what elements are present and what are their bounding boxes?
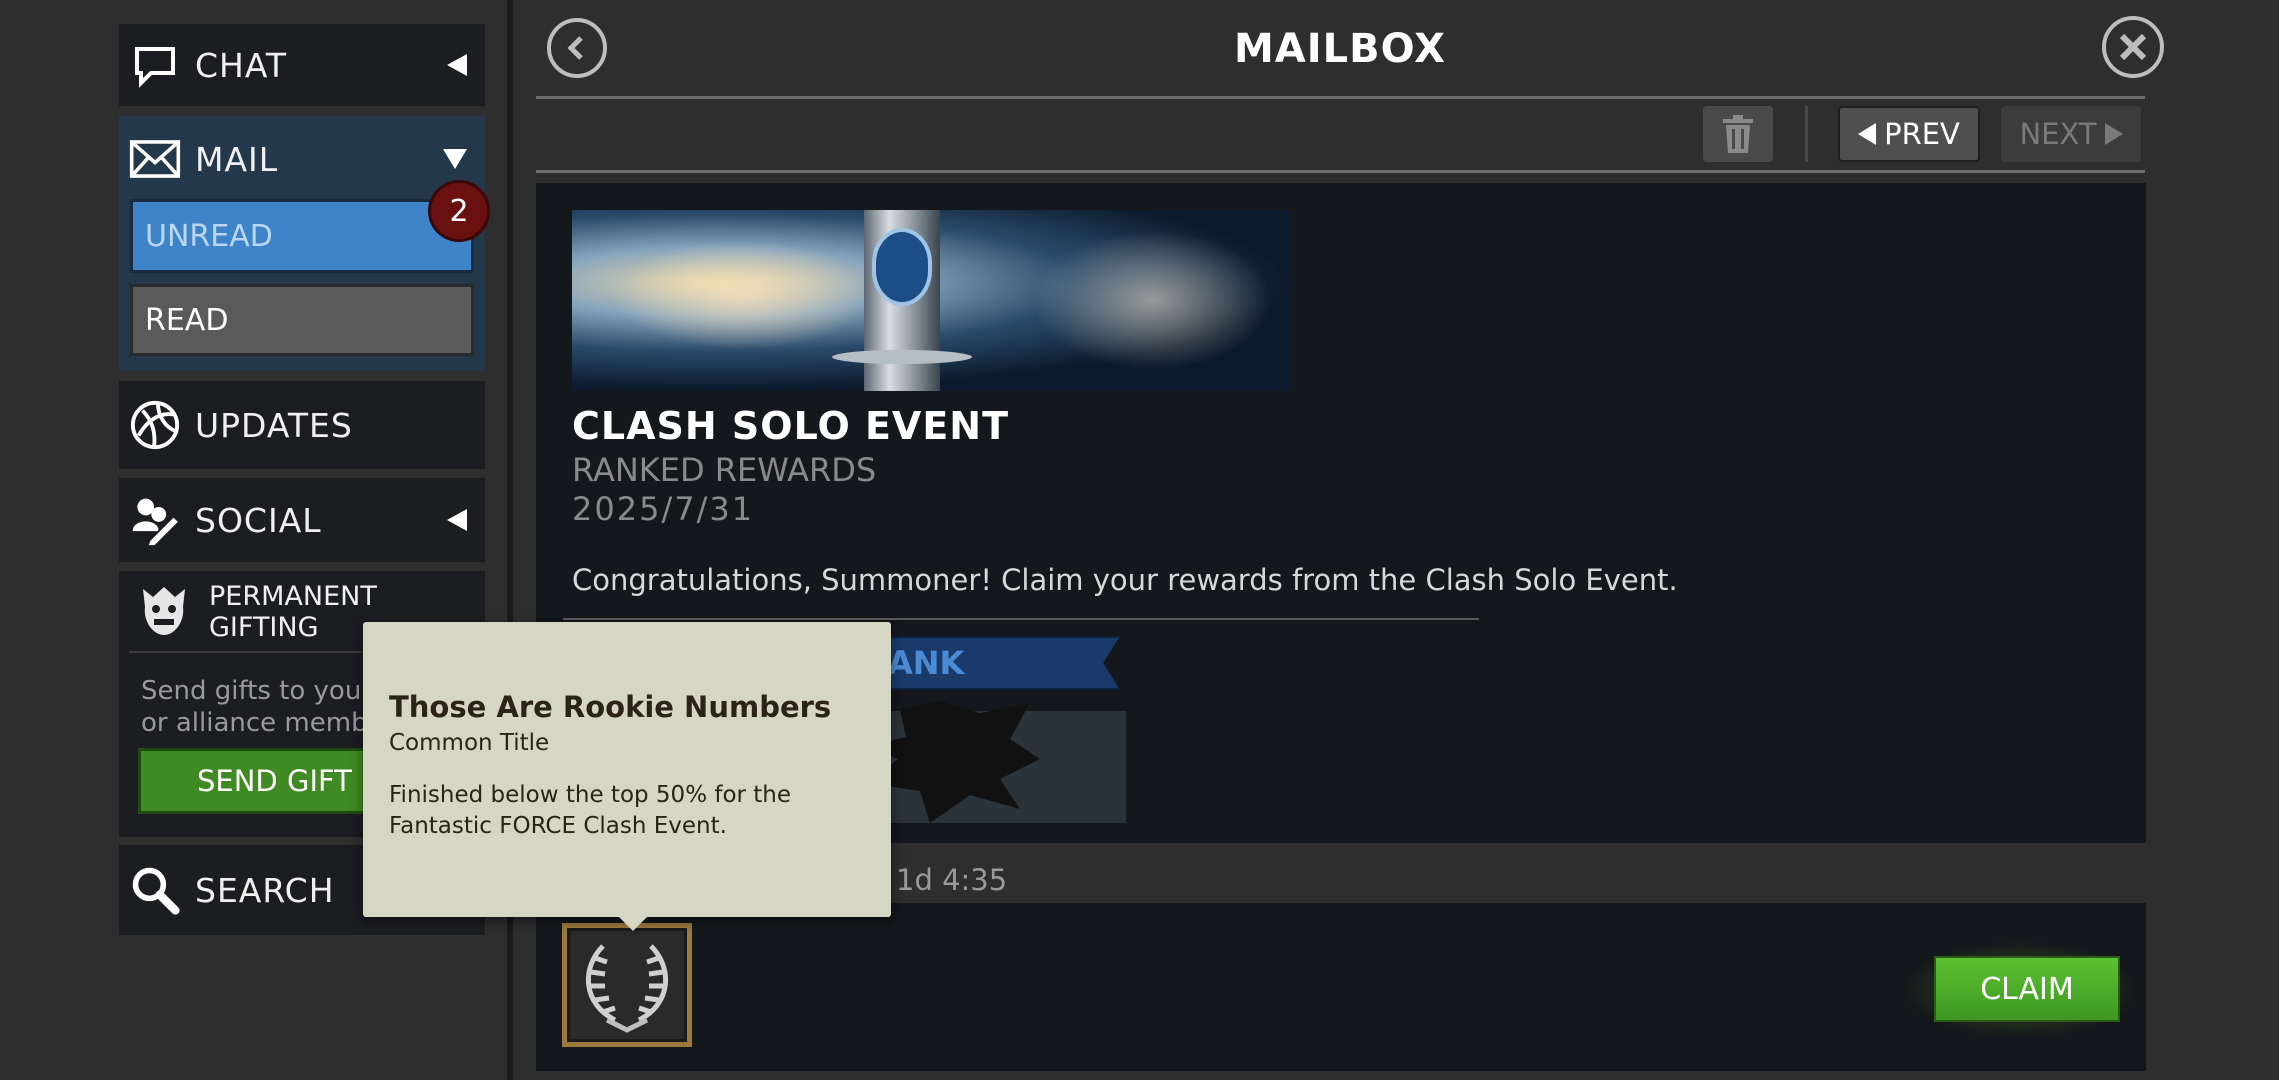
trash-icon: [1723, 115, 1753, 153]
prev-arrow-icon: [1858, 123, 1877, 145]
chevron-left-icon: [447, 54, 467, 76]
gifting-title-line2: GIFTING: [209, 612, 319, 643]
close-button[interactable]: [2102, 16, 2164, 78]
close-icon: [2119, 33, 2147, 61]
message-subtitle: RANKED REWARDS: [572, 451, 877, 489]
chevron-down-icon: [443, 149, 467, 169]
delete-button[interactable]: [1703, 106, 1773, 162]
back-icon: [567, 36, 583, 60]
prev-label: PREV: [1884, 117, 1960, 151]
sidebar-item-chat[interactable]: CHAT: [119, 24, 485, 106]
gifting-icon: [135, 581, 193, 643]
message-body: Congratulations, Summoner! Claim your re…: [572, 563, 1678, 597]
page-title: MAILBOX: [1233, 26, 1447, 72]
unread-count-badge: 2: [428, 180, 490, 242]
badge-count: 2: [449, 193, 469, 229]
sidebar-item-label: CHAT: [195, 45, 288, 85]
sidebar-item-read[interactable]: READ: [130, 284, 474, 356]
next-button[interactable]: NEXT: [2001, 106, 2141, 162]
read-label: READ: [145, 302, 229, 338]
reward-tooltip: Those Are Rookie Numbers Common Title Fi…: [363, 622, 891, 931]
chevron-left-icon: [447, 509, 467, 531]
tooltip-desc-line1: Finished below the top 50% for the: [389, 782, 792, 808]
mail-icon: [129, 133, 181, 185]
send-gifts-label: SEND GIFT: [197, 764, 352, 798]
message-title: CLASH SOLO EVENT: [572, 404, 1010, 448]
claim-label: CLAIM: [1980, 971, 2074, 1007]
reward-item[interactable]: [562, 923, 692, 1047]
claim-button[interactable]: CLAIM: [1934, 956, 2120, 1022]
next-arrow-icon: [2104, 123, 2123, 145]
message-date: 2025/7/31: [572, 490, 755, 528]
tooltip-desc-line2: Fantastic FORCE Clash Event.: [389, 813, 727, 839]
sidebar-item-label: SOCIAL: [195, 500, 322, 540]
unread-label: UNREAD: [145, 218, 273, 254]
sidebar-item-label: MAIL: [195, 139, 279, 179]
sidebar-item-label: SEARCH: [195, 870, 335, 910]
back-button[interactable]: [547, 18, 607, 78]
gifting-desc-line2: or alliance memb: [141, 708, 368, 738]
chat-icon: [129, 39, 181, 91]
next-label: NEXT: [2019, 117, 2097, 151]
sidebar-item-mail[interactable]: MAIL: [119, 122, 485, 196]
updates-icon: [129, 399, 181, 451]
sidebar-item-updates[interactable]: UPDATES: [119, 381, 485, 469]
tooltip-title: Those Are Rookie Numbers: [389, 690, 832, 724]
sidebar-divider: [507, 0, 513, 1080]
gifting-title-line1: PERMANENT: [209, 581, 377, 612]
event-banner-image: [572, 210, 1291, 391]
tooltip-rarity: Common Title: [389, 730, 550, 756]
sidebar-item-social[interactable]: SOCIAL: [119, 478, 485, 562]
rank-banner-label: ANK: [888, 644, 965, 682]
laurel-icon: [585, 944, 669, 1033]
body-divider: [563, 618, 1479, 620]
expiry-timer: 1d 4:35: [896, 863, 1008, 897]
sidebar-item-unread[interactable]: UNREAD: [130, 199, 474, 273]
prev-button[interactable]: PREV: [1838, 106, 1980, 162]
gifting-desc-line1: Send gifts to your: [141, 676, 373, 706]
header-divider: [536, 96, 2145, 99]
toolbar-divider: [536, 170, 2145, 173]
toolbar-separator: [1805, 106, 1808, 162]
sidebar-item-label: UPDATES: [195, 405, 353, 445]
search-icon: [129, 864, 181, 916]
social-icon: [129, 494, 181, 547]
